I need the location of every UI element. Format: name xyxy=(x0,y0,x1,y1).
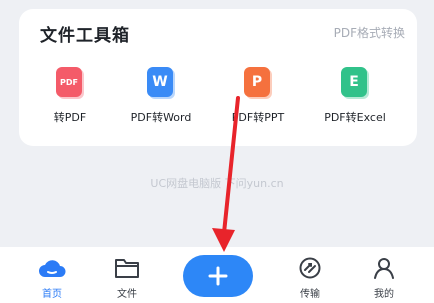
word-icon: W xyxy=(147,67,175,99)
pdf-format-convert-link[interactable]: PDF格式转换 xyxy=(334,24,405,41)
tab-label: 首页 xyxy=(42,289,62,300)
transfer-icon xyxy=(299,257,321,279)
tool-label: PDF转Word xyxy=(130,111,192,124)
tool-label: 转PDF xyxy=(53,111,87,124)
excel-icon: E xyxy=(341,67,369,99)
watermark-text: UC网盘电脑版 下问yun.cn xyxy=(150,177,284,190)
tool-label: PDF转PPT xyxy=(231,111,285,124)
add-button[interactable] xyxy=(183,255,253,297)
tab-label: 文件 xyxy=(117,289,137,300)
plus-icon xyxy=(208,266,228,286)
pdf-icon: PDF xyxy=(56,67,84,99)
tab-files[interactable]: 文件 xyxy=(102,257,152,300)
folder-icon xyxy=(115,259,139,278)
tab-transfer[interactable]: 传输 xyxy=(285,257,335,300)
tab-label: 我的 xyxy=(374,289,394,300)
tab-home[interactable]: 首页 xyxy=(27,257,77,300)
file-toolbox-card: 文件工具箱 PDF格式转换 PDF 转PDF W PDF转Word P PDF转… xyxy=(19,9,417,146)
tab-label: 传输 xyxy=(300,289,320,300)
tool-pdf-to-word[interactable]: W PDF转Word xyxy=(116,67,206,125)
person-icon xyxy=(374,258,394,279)
tool-label: PDF转Excel xyxy=(324,111,386,124)
tool-pdf-to-excel[interactable]: E PDF转Excel xyxy=(310,67,400,125)
toolbox-title: 文件工具箱 xyxy=(40,26,130,46)
ppt-icon: P xyxy=(244,67,272,99)
cloud-icon xyxy=(39,260,66,277)
tool-to-pdf[interactable]: PDF 转PDF xyxy=(25,67,115,125)
tool-pdf-to-ppt[interactable]: P PDF转PPT xyxy=(213,67,303,125)
tab-mine[interactable]: 我的 xyxy=(359,257,409,300)
